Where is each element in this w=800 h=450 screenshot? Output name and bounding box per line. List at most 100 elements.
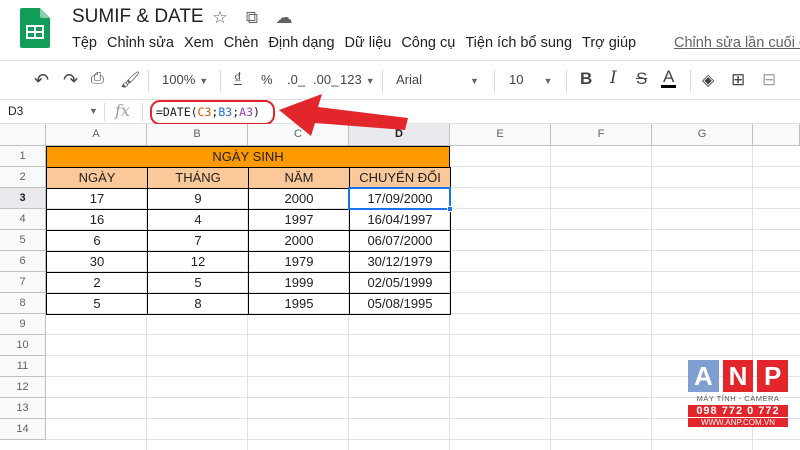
grid-line [46,397,800,398]
row-header-12[interactable]: 12 [0,377,46,398]
bold-button[interactable]: B [580,69,592,89]
document-title[interactable]: SUMIF & DATE [72,6,204,28]
table-cell[interactable]: 16 [46,209,148,231]
table-cell[interactable]: 2000 [248,188,350,210]
table-cell[interactable]: 05/08/1995 [349,293,451,315]
chevron-down-icon[interactable]: ▼ [89,106,98,116]
row-header-11[interactable]: 11 [0,356,46,377]
font-select[interactable]: Arial ▼ [396,72,479,87]
chevron-down-icon: ▼ [365,75,375,86]
menu-edit[interactable]: Chỉnh sửa [107,35,174,55]
table-cell[interactable]: 8 [147,293,249,315]
borders-icon[interactable]: ⊞ [731,70,745,90]
table-cell[interactable]: 5 [46,293,148,315]
name-box[interactable]: D3 [8,104,23,118]
toolbar-divider [0,60,800,61]
table-cell[interactable]: 2000 [248,230,350,252]
header-cell[interactable]: THÁNG [147,167,249,189]
cloud-status-icon[interactable]: ☁ [274,8,294,28]
spreadsheet-grid: ABCDEFG 1 2 3 4 5 6 7 8 9 10 11 12 13 14 NGÀY SINH NGÀ… [0,124,800,450]
menu-help[interactable]: Trợ giúp [582,35,636,55]
row-header-13[interactable]: 13 [0,398,46,419]
strikethrough-button[interactable]: S [636,69,647,89]
undo-icon[interactable]: ↶ [34,70,49,91]
currency-format-button[interactable]: ₫ [234,70,242,87]
menu-format[interactable]: Định dạng [268,35,334,55]
row-header-9[interactable]: 9 [0,314,46,335]
menu-insert[interactable]: Chèn [224,35,259,55]
table-cell[interactable]: 1999 [248,272,350,294]
table-cell[interactable]: 6 [46,230,148,252]
row-header-5[interactable]: 5 [0,230,46,251]
print-icon[interactable]: ⎙ [91,70,104,88]
decrease-decimal-button[interactable]: .0_ [287,72,305,87]
table-cell[interactable]: 30 [46,251,148,273]
row-header-2[interactable]: 2 [0,167,46,188]
redo-icon[interactable]: ↷ [63,70,78,91]
row-header-1[interactable]: 1 [0,146,46,167]
text-color-button[interactable]: A [661,68,677,88]
percent-format-button[interactable]: % [261,72,273,87]
table-cell[interactable]: 1979 [248,251,350,273]
column-header-b[interactable]: B [147,124,248,146]
last-edit-link[interactable]: Chỉnh sửa lần cuối đ [674,35,800,51]
column-header-overflow[interactable] [753,124,800,146]
row-header-14[interactable]: 14 [0,419,46,440]
paint-format-icon[interactable]: 🖌 [120,70,140,90]
grid-line [46,376,800,377]
table-cell[interactable]: 12 [147,251,249,273]
header-cell[interactable]: CHUYỂN ĐỔI [349,167,451,189]
chevron-down-icon: ▼ [199,75,209,86]
row-header-7[interactable]: 7 [0,272,46,293]
table-cell[interactable]: 1997 [248,209,350,231]
more-formats-select[interactable]: 123 ▼ [340,72,375,87]
column-header-a[interactable]: A [46,124,147,146]
grid-line [46,418,800,419]
column-header-d[interactable]: D [349,124,450,146]
row-header-4[interactable]: 4 [0,209,46,230]
header-cell[interactable]: NĂM [248,167,350,189]
row-header-6[interactable]: 6 [0,251,46,272]
table-cell[interactable]: 17/09/2000 [349,188,451,210]
table-cell[interactable]: 06/07/2000 [349,230,451,252]
table-cell[interactable]: 30/12/1979 [349,251,451,273]
zoom-select[interactable]: 100% ▼ [162,72,208,87]
row-header-8[interactable]: 8 [0,293,46,314]
italic-button[interactable]: I [610,68,617,88]
table-cell[interactable]: 9 [147,188,249,210]
header-cell[interactable]: NGÀY [46,167,148,189]
select-all-corner[interactable] [0,124,46,146]
table-cell[interactable]: 2 [46,272,148,294]
column-header-e[interactable]: E [450,124,551,146]
column-header-f[interactable]: F [551,124,652,146]
table-cell[interactable]: 02/05/1999 [349,272,451,294]
row-header-3[interactable]: 3 [0,188,46,209]
menu-view[interactable]: Xem [184,35,214,55]
fill-color-icon[interactable]: ◈ [702,70,714,90]
watermark-tagline: MÁY TÍNH - CAMERA [696,394,780,403]
table-cell[interactable]: 1995 [248,293,350,315]
menu-data[interactable]: Dữ liệu [345,35,392,55]
column-header-c[interactable]: C [248,124,349,146]
star-icon[interactable]: ☆ [210,8,230,28]
column-header-g[interactable]: G [652,124,753,146]
formula-bar: D3 ▼ fx =DATE(C3;B3;A3) [0,99,800,124]
fill-handle[interactable] [447,206,453,212]
menu-addons[interactable]: Tiện ích bổ sung [465,35,572,55]
table-cell[interactable]: 4 [147,209,249,231]
merge-cells-icon[interactable]: ⊟ [762,70,776,90]
table-cell[interactable]: 16/04/1997 [349,209,451,231]
table-cell[interactable]: 7 [147,230,249,252]
increase-decimal-button[interactable]: .00_ [313,72,338,87]
banner-cell[interactable]: NGÀY SINH [46,146,450,168]
menu-file[interactable]: Tệp [72,35,97,55]
more-formats-label: 123 [340,72,362,87]
sheets-logo-icon[interactable] [20,8,50,48]
font-size-select[interactable]: 10 ▼ [509,72,552,87]
table-cell[interactable]: 5 [147,272,249,294]
menu-tools[interactable]: Công cụ [401,35,455,55]
move-folder-icon[interactable]: ⧉ [242,8,262,28]
toolbar: ↶ ↷ ⎙ 🖌 100% ▼ ₫ % .0_ .00_ 123 ▼ Arial ▼ 1… [0,62,800,98]
table-cell[interactable]: 17 [46,188,148,210]
row-header-10[interactable]: 10 [0,335,46,356]
